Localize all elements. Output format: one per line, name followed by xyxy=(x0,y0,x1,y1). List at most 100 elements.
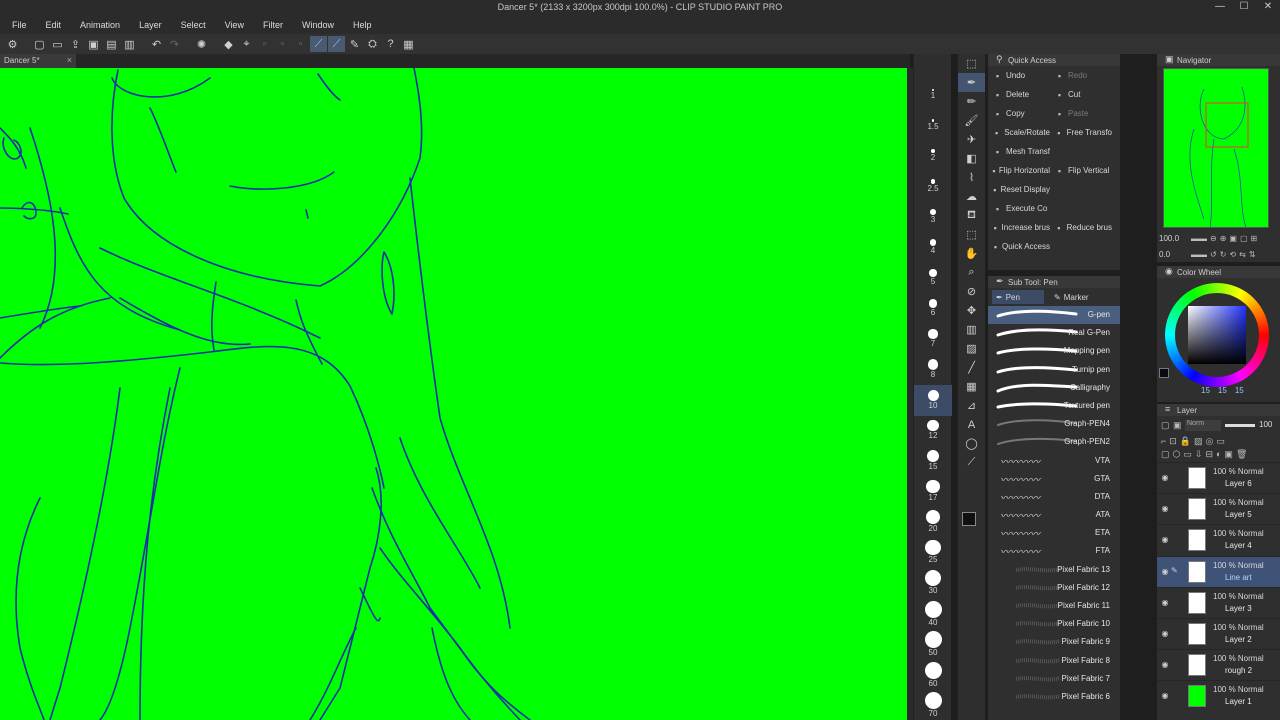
drawing-canvas[interactable] xyxy=(0,68,907,720)
ruler-icon[interactable]: ▭ xyxy=(1216,436,1225,447)
hue-ring[interactable] xyxy=(1165,283,1269,387)
save-icon[interactable]: ▣ xyxy=(85,36,102,52)
quick-access-item[interactable]: ▪ Scale/Rotate xyxy=(988,128,1050,138)
layer-row[interactable]: ◉ 100 % Normal Layer 2 xyxy=(1157,618,1280,649)
layer-thumbnail[interactable] xyxy=(1188,498,1206,521)
brush-tool-icon[interactable]: 🖌 xyxy=(958,111,985,130)
flip-vertical-icon[interactable]: ⇅ xyxy=(1249,250,1256,259)
zoom-in-icon[interactable]: ⊕ xyxy=(1220,234,1227,243)
menu-edit[interactable]: Edit xyxy=(40,20,68,30)
brush-item[interactable]: Pixel Fabric 8 xyxy=(988,652,1120,670)
brush-size-50[interactable]: 50 xyxy=(914,629,952,660)
lasso-tool-icon[interactable]: ⊘ xyxy=(958,282,985,301)
mask-add-icon[interactable]: ◐ xyxy=(1216,449,1221,460)
menu-file[interactable]: File xyxy=(6,20,33,30)
menu-layer[interactable]: Layer xyxy=(133,20,168,30)
visibility-eye-icon[interactable]: ◉ xyxy=(1159,660,1171,669)
brush-item[interactable]: 〰〰〰〰 DTA xyxy=(988,488,1120,506)
layer-thumbnail[interactable] xyxy=(1188,467,1206,489)
layer-thumbnail[interactable] xyxy=(1188,685,1206,708)
brush-size-60[interactable]: 60 xyxy=(914,660,952,691)
navigator-angle-value[interactable]: 0.0 xyxy=(1159,250,1170,259)
lock-alpha-icon[interactable]: ▨ xyxy=(1194,436,1203,447)
pen-pressure-icon[interactable]: ✎ xyxy=(346,36,363,52)
brush-size-30[interactable]: 30 xyxy=(914,568,952,599)
fill-tool-icon[interactable]: ⛾ xyxy=(958,206,985,225)
menu-filter[interactable]: Filter xyxy=(257,20,289,30)
brush-item[interactable]: 〰〰〰〰 FTA xyxy=(988,542,1120,560)
brush-item[interactable]: Pixel Fabric 7 xyxy=(988,670,1120,688)
export-icon[interactable]: ▤ xyxy=(103,36,120,52)
brush-size-10[interactable]: 10 xyxy=(914,385,952,416)
brush-size-2-5[interactable]: 2.5 xyxy=(914,172,952,203)
brush-item[interactable]: Mapping pen xyxy=(988,342,1120,360)
hue-value[interactable]: 15 xyxy=(1201,386,1210,395)
menu-help[interactable]: Help xyxy=(347,20,378,30)
navigator-preview[interactable] xyxy=(1163,68,1269,228)
clear-icon[interactable]: ✺ xyxy=(193,36,210,52)
document-tab[interactable]: Dancer 5* × xyxy=(0,54,76,68)
visibility-eye-icon[interactable]: ◉ xyxy=(1159,567,1171,576)
menu-select[interactable]: Select xyxy=(175,20,212,30)
brush-item[interactable]: Pixel Fabric 13 xyxy=(988,561,1120,579)
help-icon[interactable]: ? xyxy=(382,36,399,52)
brush-size-8[interactable]: 8 xyxy=(914,355,952,386)
layer-thumbnail[interactable] xyxy=(1188,560,1206,583)
lock-icon[interactable]: 🔒 xyxy=(1180,436,1191,447)
clip-studio-icon[interactable]: ▦ xyxy=(400,36,417,52)
close-tab-icon[interactable]: × xyxy=(67,55,72,65)
layer-row[interactable]: ◉ 100 % Normal Layer 4 xyxy=(1157,524,1280,555)
fill-icon[interactable]: ◆ xyxy=(220,36,237,52)
quick-access-item[interactable]: ▪ Cut xyxy=(1050,90,1112,100)
apply-mask-icon[interactable]: ▣ xyxy=(1224,449,1233,460)
balloon-tool-icon[interactable]: ◯ xyxy=(958,434,985,453)
layer-name[interactable]: Layer 4 xyxy=(1225,541,1252,550)
brush-size-15[interactable]: 15 xyxy=(914,446,952,477)
close-button[interactable]: ✕ xyxy=(1262,1,1274,13)
brush-item[interactable]: Pixel Fabric 10 xyxy=(988,615,1120,633)
brush-item[interactable]: Real G-Pen xyxy=(988,324,1120,342)
layer-name[interactable]: rough 2 xyxy=(1225,666,1252,675)
quick-access-item[interactable]: ▪ Flip Vertical xyxy=(1050,166,1112,176)
layer-row[interactable]: ◉ 100 % Normal Layer 1 xyxy=(1157,680,1280,711)
current-color-chip[interactable] xyxy=(1159,368,1169,378)
quick-access-item[interactable]: ▪ Copy xyxy=(988,109,1050,119)
brush-size-12[interactable]: 12 xyxy=(914,416,952,447)
brush-item[interactable]: 〰〰〰〰 VTA xyxy=(988,452,1120,470)
reference-icon[interactable]: ⊡ xyxy=(1169,436,1177,447)
selection-tool-icon[interactable]: ⬚ xyxy=(958,225,985,244)
deselect-icon[interactable]: ▫ xyxy=(256,36,273,52)
quick-access-item[interactable]: ▪ Quick Access xyxy=(988,242,1050,252)
visibility-eye-icon[interactable]: ◉ xyxy=(1159,473,1171,482)
pencil-tool-icon[interactable]: ✏ xyxy=(958,92,985,111)
layer-name[interactable]: Layer 1 xyxy=(1225,697,1252,706)
brush-size-1[interactable]: 1 xyxy=(914,80,952,111)
layer-thumbnail[interactable] xyxy=(1188,654,1206,677)
auto-select-icon[interactable]: ▥ xyxy=(958,320,985,339)
brush-item[interactable]: Pixel Fabric 6 xyxy=(988,688,1120,706)
quick-access-item[interactable]: ▪ Reduce brus xyxy=(1050,223,1112,233)
navigator-zoom-value[interactable]: 100.0 xyxy=(1159,234,1179,243)
brush-size-1-5[interactable]: 1.5 xyxy=(914,111,952,142)
brush-size-4[interactable]: 4 xyxy=(914,233,952,264)
zoom-out-icon[interactable]: ⊖ xyxy=(1210,234,1217,243)
fit-window-icon[interactable]: ⊞ xyxy=(1251,234,1258,243)
combine-icon[interactable]: ⊟ xyxy=(1205,449,1213,460)
brush-size-17[interactable]: 17 xyxy=(914,477,952,508)
move-tool-icon[interactable]: ✥ xyxy=(958,301,985,320)
brush-item[interactable]: Pixel Fabric 12 xyxy=(988,579,1120,597)
brightness-value[interactable]: 15 xyxy=(1235,386,1244,395)
redo-icon[interactable]: ↷ xyxy=(166,36,183,52)
saturation-value[interactable]: 15 xyxy=(1218,386,1227,395)
maximize-button[interactable]: ☐ xyxy=(1238,1,1250,13)
brush-item[interactable]: Calligraphy xyxy=(988,379,1120,397)
fit-icon[interactable]: ▣ xyxy=(1229,234,1237,243)
layer-name[interactable]: Layer 5 xyxy=(1225,510,1252,519)
blend-mode-select[interactable]: Norm xyxy=(1185,420,1221,431)
visibility-eye-icon[interactable]: ◉ xyxy=(1159,629,1171,638)
rotate-slider-icon[interactable]: ▬▬ xyxy=(1191,250,1207,259)
visibility-eye-icon[interactable]: ◉ xyxy=(1159,535,1171,544)
visibility-eye-icon[interactable]: ◉ xyxy=(1159,598,1171,607)
menu-window[interactable]: Window xyxy=(296,20,340,30)
snap-ruler-icon[interactable]: ▫ xyxy=(292,36,309,52)
